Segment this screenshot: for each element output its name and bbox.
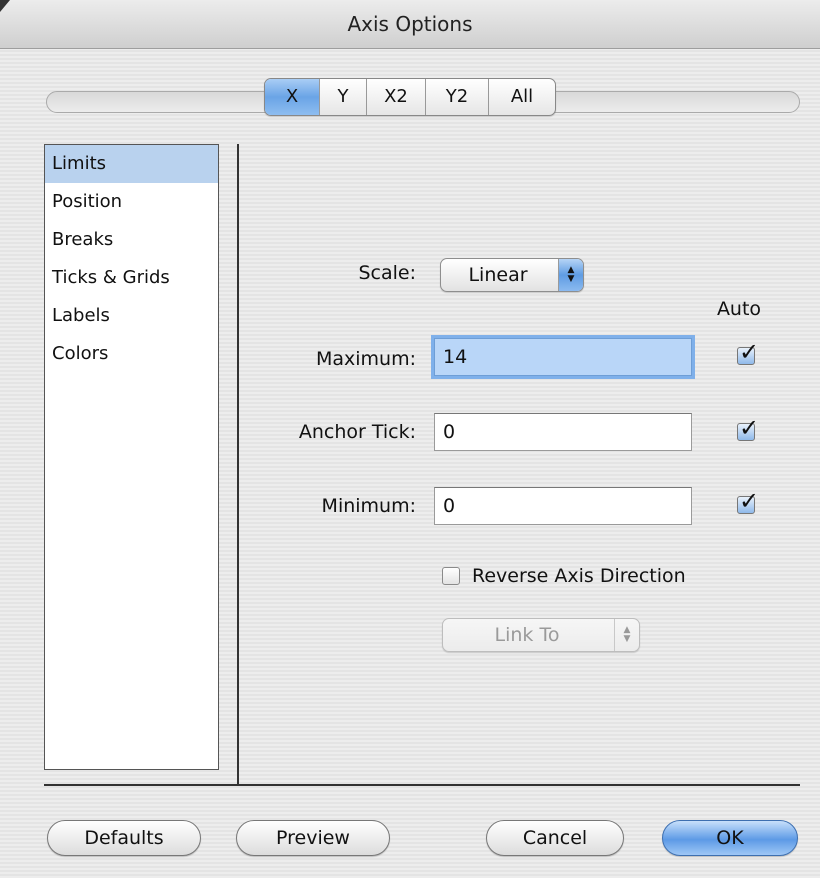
checkmark-icon: ✓ — [739, 414, 760, 442]
category-item-position[interactable]: Position — [45, 183, 218, 221]
maximum-auto-checkbox[interactable]: ✓ — [737, 338, 759, 366]
link-to-label: Link To — [494, 624, 560, 646]
scale-label: Scale: — [358, 262, 416, 284]
axis-tab-control: X Y X2 Y2 All — [264, 78, 556, 116]
category-item-colors[interactable]: Colors — [45, 335, 218, 373]
reverse-axis-label[interactable]: Reverse Axis Direction — [472, 565, 686, 587]
anchor-tick-auto-checkbox[interactable]: ✓ — [737, 414, 759, 442]
vertical-divider — [237, 144, 239, 785]
tab-y2[interactable]: Y2 — [426, 79, 489, 115]
window-title: Axis Options — [347, 12, 473, 36]
up-down-arrows-icon: ▲ ▼ — [614, 619, 639, 651]
scale-popup[interactable]: Linear ▲ ▼ — [440, 258, 584, 292]
anchor-tick-field[interactable]: 0 — [434, 413, 692, 451]
category-item-labels[interactable]: Labels — [45, 297, 218, 335]
link-to-popup[interactable]: Link To ▲ ▼ — [442, 618, 640, 652]
scale-value: Linear — [468, 264, 528, 286]
category-item-ticks-grids[interactable]: Ticks & Grids — [45, 259, 218, 297]
category-item-limits[interactable]: Limits — [45, 145, 218, 183]
checkmark-icon: ✓ — [739, 487, 760, 515]
preview-button[interactable]: Preview — [236, 820, 390, 856]
tab-x2[interactable]: X2 — [367, 79, 426, 115]
minimum-field[interactable]: 0 — [434, 487, 692, 525]
reverse-axis-checkbox[interactable] — [442, 567, 460, 585]
horizontal-divider — [44, 784, 800, 786]
anchor-tick-label: Anchor Tick: — [298, 421, 416, 443]
axis-options-dialog: Axis Options X Y X2 Y2 All Limits Positi… — [0, 0, 820, 878]
ok-button[interactable]: OK — [662, 820, 798, 856]
title-bar[interactable]: Axis Options — [0, 0, 820, 49]
window-corner — [0, 0, 10, 12]
tab-y[interactable]: Y — [320, 79, 367, 115]
defaults-button[interactable]: Defaults — [47, 820, 201, 856]
tab-all[interactable]: All — [489, 79, 555, 115]
minimum-auto-checkbox[interactable]: ✓ — [737, 487, 759, 515]
checkmark-icon: ✓ — [739, 338, 760, 366]
cancel-button[interactable]: Cancel — [486, 820, 624, 856]
category-list: Limits Position Breaks Ticks & Grids Lab… — [44, 144, 219, 770]
minimum-label: Minimum: — [321, 495, 416, 517]
up-down-arrows-icon: ▲ ▼ — [558, 259, 583, 291]
category-item-breaks[interactable]: Breaks — [45, 221, 218, 259]
auto-column-label: Auto — [716, 298, 762, 320]
maximum-field[interactable]: 14 — [434, 338, 692, 376]
maximum-label: Maximum: — [315, 348, 416, 370]
tab-x[interactable]: X — [265, 79, 320, 115]
